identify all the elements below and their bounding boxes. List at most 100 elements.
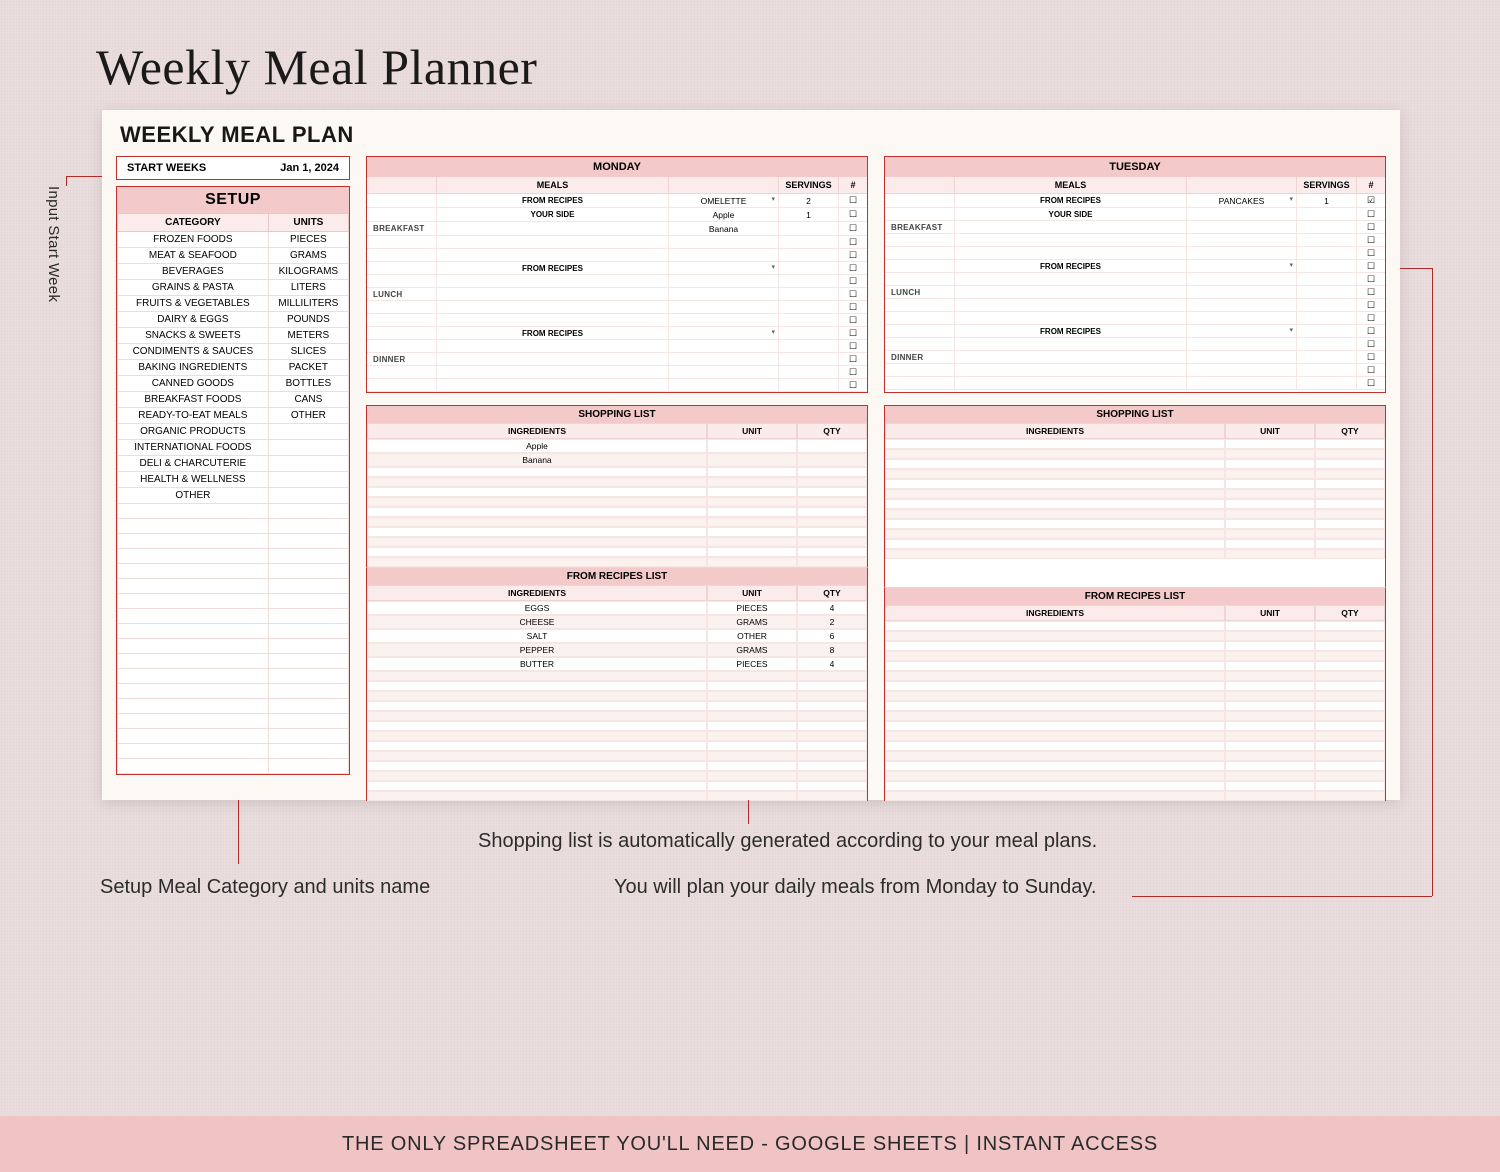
list-ing[interactable] (885, 651, 1225, 661)
setup-cell-units[interactable] (268, 684, 348, 699)
setup-row[interactable] (118, 609, 349, 624)
list-unit[interactable] (707, 711, 797, 721)
meal-checkbox[interactable]: ☐ (1357, 338, 1385, 350)
list-unit[interactable] (707, 741, 797, 751)
list-row[interactable] (885, 439, 1385, 449)
meal-row[interactable]: FROM RECIPES☐ (885, 260, 1385, 273)
list-ing[interactable] (885, 661, 1225, 671)
setup-cell-category[interactable] (118, 624, 269, 639)
list-qty[interactable] (1315, 539, 1385, 549)
list-row[interactable] (885, 641, 1385, 651)
meal-servings-cell[interactable] (779, 288, 839, 300)
setup-cell-units[interactable] (268, 594, 348, 609)
setup-cell-category[interactable] (118, 609, 269, 624)
meal-row[interactable]: ☐ (367, 366, 867, 379)
setup-row[interactable] (118, 564, 349, 579)
list-ing[interactable] (367, 527, 707, 537)
list-qty[interactable] (1315, 459, 1385, 469)
setup-cell-category[interactable]: HEALTH & WELLNESS (118, 472, 269, 488)
setup-cell-units[interactable] (268, 424, 348, 440)
meal-checkbox[interactable]: ☐ (1357, 377, 1385, 389)
setup-cell-units[interactable]: MILLILITERS (268, 296, 348, 312)
setup-row[interactable]: BEVERAGESKILOGRAMS (118, 264, 349, 280)
list-row[interactable] (885, 691, 1385, 701)
setup-row[interactable] (118, 519, 349, 534)
list-unit[interactable] (1225, 549, 1315, 559)
list-ing[interactable] (885, 529, 1225, 539)
meal-row[interactable]: FROM RECIPES☐ (367, 262, 867, 275)
setup-cell-category[interactable] (118, 744, 269, 759)
list-ing[interactable] (885, 459, 1225, 469)
list-qty[interactable] (1315, 751, 1385, 761)
setup-cell-category[interactable] (118, 669, 269, 684)
list-ing[interactable] (885, 781, 1225, 791)
meal-recipe-cell[interactable] (1187, 351, 1297, 363)
meal-row[interactable]: YOUR SIDEApple1☐ (367, 208, 867, 222)
list-ing[interactable] (367, 507, 707, 517)
list-unit[interactable] (1225, 651, 1315, 661)
setup-cell-category[interactable] (118, 519, 269, 534)
meal-row[interactable]: ☐ (367, 340, 867, 353)
list-qty[interactable] (1315, 731, 1385, 741)
list-unit[interactable] (1225, 771, 1315, 781)
list-qty[interactable] (797, 507, 867, 517)
setup-row[interactable] (118, 594, 349, 609)
list-qty[interactable] (797, 439, 867, 453)
list-unit[interactable] (1225, 691, 1315, 701)
setup-row[interactable]: READY-TO-EAT MEALSOTHER (118, 408, 349, 424)
setup-cell-units[interactable]: SLICES (268, 344, 348, 360)
meal-checkbox[interactable]: ☐ (1357, 312, 1385, 324)
list-qty[interactable] (1315, 661, 1385, 671)
setup-row[interactable] (118, 699, 349, 714)
list-ing[interactable] (885, 671, 1225, 681)
list-ing[interactable] (367, 771, 707, 781)
list-row[interactable] (367, 691, 867, 701)
list-unit[interactable] (707, 537, 797, 547)
list-unit[interactable] (1225, 751, 1315, 761)
setup-row[interactable]: DAIRY & EGGSPOUNDS (118, 312, 349, 328)
setup-cell-category[interactable] (118, 549, 269, 564)
list-qty[interactable] (1315, 681, 1385, 691)
list-qty[interactable] (797, 671, 867, 681)
list-ing[interactable] (367, 517, 707, 527)
meal-checkbox[interactable]: ☐ (1357, 364, 1385, 376)
list-unit[interactable] (1225, 499, 1315, 509)
setup-cell-units[interactable]: POUNDS (268, 312, 348, 328)
list-unit[interactable] (1225, 459, 1315, 469)
list-ing[interactable] (367, 731, 707, 741)
list-row[interactable] (367, 517, 867, 527)
list-unit[interactable] (707, 691, 797, 701)
list-unit[interactable] (1225, 469, 1315, 479)
list-ing[interactable] (885, 539, 1225, 549)
list-row[interactable] (367, 741, 867, 751)
list-ing[interactable] (367, 671, 707, 681)
meal-servings-cell[interactable] (1297, 338, 1357, 350)
setup-cell-category[interactable]: CONDIMENTS & SAUCES (118, 344, 269, 360)
setup-row[interactable] (118, 624, 349, 639)
list-row[interactable] (885, 711, 1385, 721)
list-qty[interactable]: 8 (797, 643, 867, 657)
meal-checkbox[interactable]: ☐ (1357, 325, 1385, 337)
list-qty[interactable] (1315, 449, 1385, 459)
list-unit[interactable] (707, 771, 797, 781)
list-ing[interactable]: BUTTER (367, 657, 707, 671)
meal-recipe-cell[interactable] (1187, 338, 1297, 350)
setup-row[interactable] (118, 684, 349, 699)
setup-cell-units[interactable] (268, 579, 348, 594)
list-row[interactable] (885, 529, 1385, 539)
list-unit[interactable] (1225, 509, 1315, 519)
list-qty[interactable]: 4 (797, 657, 867, 671)
meal-checkbox[interactable]: ☑ (1357, 194, 1385, 207)
setup-row[interactable]: FROZEN FOODSPIECES (118, 232, 349, 248)
setup-row[interactable]: DELI & CHARCUTERIE (118, 456, 349, 472)
list-unit[interactable] (1225, 731, 1315, 741)
setup-row[interactable]: HEALTH & WELLNESS (118, 472, 349, 488)
meal-recipe-cell[interactable] (669, 236, 779, 248)
setup-cell-units[interactable] (268, 564, 348, 579)
meal-recipe-cell[interactable] (669, 275, 779, 287)
meal-checkbox[interactable]: ☐ (839, 314, 867, 326)
list-qty[interactable] (1315, 509, 1385, 519)
setup-row[interactable]: BAKING INGREDIENTSPACKET (118, 360, 349, 376)
list-row[interactable] (885, 621, 1385, 631)
list-unit[interactable] (1225, 791, 1315, 801)
